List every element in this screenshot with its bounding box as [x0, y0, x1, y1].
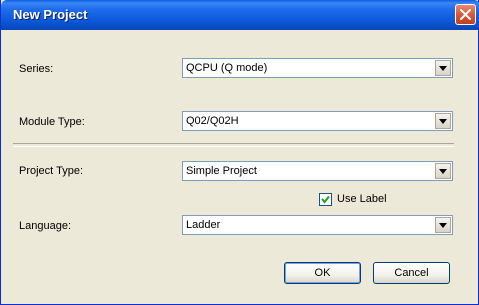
- series-label: Series:: [19, 63, 54, 75]
- use-label-checkbox[interactable]: [319, 193, 332, 206]
- module-type-dropdown[interactable]: Q02/Q02H: [182, 111, 453, 131]
- project-type-value: Simple Project: [186, 165, 257, 177]
- dialog-body: Series: QCPU (Q mode) Module Type: Q02/Q…: [1, 30, 478, 304]
- chevron-down-icon: [439, 169, 447, 174]
- series-dropdown-arrow[interactable]: [435, 60, 451, 76]
- separator: [13, 143, 454, 147]
- project-type-label: Project Type:: [19, 165, 83, 177]
- chevron-down-icon: [439, 66, 447, 71]
- checkmark-icon: [321, 195, 330, 204]
- module-type-dropdown-arrow[interactable]: [435, 113, 451, 129]
- use-label-text: Use Label: [337, 193, 387, 205]
- new-project-dialog: New Project Series: QCPU (Q mode) Module…: [0, 0, 479, 305]
- module-type-label: Module Type:: [19, 116, 85, 128]
- window-title: New Project: [13, 7, 88, 22]
- series-dropdown[interactable]: QCPU (Q mode): [182, 58, 453, 78]
- language-dropdown-arrow[interactable]: [435, 217, 451, 233]
- language-dropdown[interactable]: Ladder: [182, 215, 453, 235]
- language-value: Ladder: [186, 219, 221, 231]
- title-bar[interactable]: New Project: [1, 0, 479, 30]
- series-value: QCPU (Q mode): [186, 62, 268, 74]
- language-label: Language:: [19, 220, 71, 232]
- cancel-button[interactable]: Cancel: [373, 262, 450, 284]
- chevron-down-icon: [439, 223, 447, 228]
- chevron-down-icon: [439, 119, 447, 124]
- ok-button[interactable]: OK: [284, 262, 361, 284]
- module-type-value: Q02/Q02H: [186, 115, 239, 127]
- close-button[interactable]: [455, 4, 476, 25]
- project-type-dropdown[interactable]: Simple Project: [182, 161, 453, 181]
- project-type-dropdown-arrow[interactable]: [435, 163, 451, 179]
